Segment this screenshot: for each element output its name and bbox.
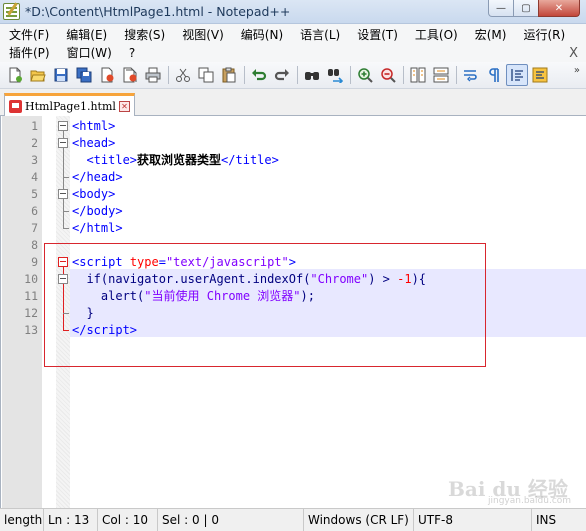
- menu-plugins[interactable]: 插件(P): [0, 44, 58, 61]
- menu-tools[interactable]: 工具(O): [406, 26, 466, 43]
- menu-window[interactable]: 窗口(W): [58, 44, 120, 61]
- toolbar-separator: [168, 66, 169, 84]
- copy-icon[interactable]: [195, 64, 217, 86]
- find-icon[interactable]: [301, 64, 323, 86]
- toolbar-separator: [350, 66, 351, 84]
- notepad-app-icon[interactable]: [3, 3, 20, 20]
- toolbar-separator: [297, 66, 298, 84]
- window-title: *D:\Content\HtmlPage1.html - Notepad++: [25, 4, 291, 19]
- menu-file[interactable]: 文件(F): [0, 26, 57, 43]
- word-wrap-icon[interactable]: [460, 64, 482, 86]
- menu-run[interactable]: 运行(R): [514, 26, 573, 43]
- undo-icon[interactable]: [248, 64, 270, 86]
- line-number: 2: [31, 136, 38, 150]
- close-button[interactable]: ✕: [538, 0, 580, 17]
- code-line: </body>: [72, 204, 123, 218]
- toolbar: »: [0, 62, 586, 89]
- paste-icon[interactable]: [218, 64, 240, 86]
- menu-row-1: 文件(F) 编辑(E) 搜索(S) 视图(V) 编码(N) 语言(L) 设置(T…: [0, 25, 573, 44]
- sync-horizontal-icon[interactable]: [430, 64, 452, 86]
- fold-end: [63, 228, 69, 229]
- tab-htmlpage1[interactable]: HtmlPage1.html ✕: [4, 93, 135, 116]
- status-selection: Sel : 0 | 0: [158, 508, 304, 531]
- window-controls: — ▢ ✕: [488, 0, 580, 17]
- fold-toggle-icon[interactable]: [58, 189, 68, 199]
- menu-bar: 文件(F) 编辑(E) 搜索(S) 视图(V) 编码(N) 语言(L) 设置(T…: [0, 24, 586, 62]
- line-number: 4: [31, 170, 38, 184]
- code-line: <head>: [72, 136, 116, 150]
- menu-edit[interactable]: 编辑(E): [57, 26, 115, 43]
- line-number: 6: [31, 204, 38, 218]
- editor[interactable]: 1 2 3 4 5 6 7 8 9 10 11 12 13 <html> <he…: [0, 116, 586, 508]
- menu-language[interactable]: 语言(L): [291, 26, 348, 43]
- cut-icon[interactable]: [172, 64, 194, 86]
- new-file-icon[interactable]: [4, 64, 26, 86]
- tab-bar: HtmlPage1.html ✕: [0, 89, 586, 116]
- title-bar: *D:\Content\HtmlPage1.html - Notepad++ —…: [0, 0, 586, 24]
- toolbar-overflow-icon[interactable]: »: [574, 65, 580, 76]
- unsaved-file-icon: [9, 99, 22, 113]
- line-number: 1: [31, 119, 38, 133]
- status-bar: length Ln : 13 Col : 10 Sel : 0 | 0 Wind…: [0, 508, 586, 531]
- fold-end: [63, 177, 69, 178]
- close-all-icon[interactable]: [119, 64, 141, 86]
- tab-close-icon[interactable]: ✕: [118, 100, 130, 112]
- fold-end: [63, 211, 69, 212]
- document-close-icon[interactable]: X: [569, 46, 578, 61]
- line-number: 3: [31, 153, 38, 167]
- fold-toggle-icon[interactable]: [58, 121, 68, 131]
- line-number: 8: [31, 238, 38, 252]
- status-line: Ln : 13: [44, 508, 98, 531]
- replace-icon[interactable]: [324, 64, 346, 86]
- indent-guide-icon[interactable]: [506, 64, 528, 86]
- line-number: 13: [24, 323, 38, 337]
- zoom-in-icon[interactable]: [354, 64, 376, 86]
- toolbar-separator: [403, 66, 404, 84]
- annotation-highlight-box: [44, 243, 486, 367]
- maximize-button[interactable]: ▢: [513, 0, 539, 17]
- status-column: Col : 10: [98, 508, 158, 531]
- menu-encoding[interactable]: 编码(N): [232, 26, 291, 43]
- fold-toggle-icon[interactable]: [58, 138, 68, 148]
- line-number: 5: [31, 187, 38, 201]
- toolbar-separator: [244, 66, 245, 84]
- code-line: </html>: [72, 221, 123, 235]
- open-file-icon[interactable]: [27, 64, 49, 86]
- menu-view[interactable]: 视图(V): [173, 26, 232, 43]
- show-all-chars-icon[interactable]: [483, 64, 505, 86]
- zoom-out-icon[interactable]: [377, 64, 399, 86]
- line-number: 10: [24, 272, 38, 286]
- menu-settings[interactable]: 设置(T): [348, 26, 406, 43]
- code-line: <title>获取浏览器类型</title>: [86, 153, 279, 167]
- user-defined-language-icon[interactable]: [529, 64, 551, 86]
- minimize-button[interactable]: —: [488, 0, 514, 17]
- tab-label: HtmlPage1.html: [25, 99, 116, 113]
- status-encoding[interactable]: UTF-8: [414, 508, 532, 531]
- code-line: </head>: [72, 170, 123, 184]
- menu-help[interactable]: ?: [120, 46, 143, 60]
- status-insert-mode[interactable]: INS: [532, 509, 562, 531]
- sync-vertical-icon[interactable]: [407, 64, 429, 86]
- redo-icon[interactable]: [271, 64, 293, 86]
- save-icon[interactable]: [50, 64, 72, 86]
- line-number: 9: [31, 255, 38, 269]
- baidu-watermark-url: jingyan.baidu.com: [488, 496, 572, 506]
- line-number: 12: [24, 306, 38, 320]
- toolbar-separator: [456, 66, 457, 84]
- code-line: <html>: [72, 119, 116, 133]
- close-file-icon[interactable]: [96, 64, 118, 86]
- status-length: length: [0, 508, 44, 531]
- line-number: 7: [31, 221, 38, 235]
- status-eol[interactable]: Windows (CR LF): [304, 508, 414, 531]
- menu-search[interactable]: 搜索(S): [115, 26, 173, 43]
- line-number: 11: [24, 289, 38, 303]
- code-line: <body>: [72, 187, 116, 201]
- menu-macro[interactable]: 宏(M): [466, 26, 515, 43]
- save-all-icon[interactable]: [73, 64, 95, 86]
- print-icon[interactable]: [142, 64, 164, 86]
- menu-row-2: 插件(P) 窗口(W) ?: [0, 43, 143, 62]
